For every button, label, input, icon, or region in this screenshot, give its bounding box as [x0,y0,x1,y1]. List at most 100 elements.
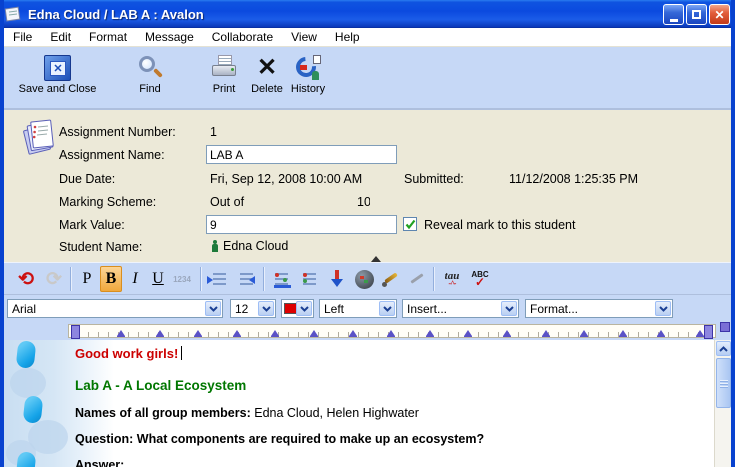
text-caret [181,346,182,360]
chevron-down-icon [379,301,395,316]
right-margin-marker[interactable] [704,325,713,339]
chevron-down-icon [501,301,517,316]
ruler-settings-icon [273,270,293,288]
menu-file[interactable]: File [4,30,41,44]
indent-decrease-button[interactable] [234,266,258,292]
group-members-value: Edna Cloud, Helen Highwater [254,406,419,420]
bold-button[interactable]: B [100,266,122,292]
menu-format[interactable]: Format [80,30,136,44]
chevron-down-icon [205,301,221,316]
ruler-row [4,322,731,340]
ruler-settings-button[interactable] [270,266,296,292]
submitted-value: 11/12/2008 1:25:35 PM [509,172,638,186]
chevron-up-icon [719,346,728,352]
group-members-line: Names of all group members: Edna Cloud, … [75,406,419,420]
student-person-icon [211,240,218,252]
print-icon [210,55,238,81]
assignment-form: Assignment Number: 1 Assignment Name: Du… [4,112,731,262]
chevron-down-icon [655,301,671,316]
window-title: Edna Cloud / LAB A : Avalon [28,7,204,22]
save-and-close-button[interactable]: ✕ Save and Close [10,55,105,95]
undo-button[interactable]: ⟲ [14,266,38,292]
menu-edit[interactable]: Edit [41,30,80,44]
assignment-name-label: Assignment Name: [59,148,165,162]
due-date-label: Due Date: [59,172,115,186]
history-icon [294,55,322,81]
spell-check-button[interactable]: ABC✓ [466,266,494,292]
insert-select[interactable]: Insert... [402,299,519,318]
pen-icon [408,270,426,288]
main-toolbar: ✕ Save and Close Find Print ✕ Delete His… [4,47,731,110]
scroll-up-button[interactable] [716,341,731,356]
font-size-select[interactable]: 12 [230,299,276,318]
assignment-name-input[interactable] [206,145,397,164]
delete-button[interactable]: ✕ Delete [246,55,288,95]
group-members-label: Names of all group members: [75,406,251,420]
menu-bar: File Edit Format Message Collaborate Vie… [4,28,731,47]
signature-button[interactable]: tau-^- [438,266,466,292]
ruler[interactable] [68,324,716,338]
minimize-button[interactable] [663,4,684,25]
plain-text-button[interactable]: P [76,266,98,292]
check-icon [405,219,416,230]
menu-view[interactable]: View [282,30,326,44]
menu-message[interactable]: Message [136,30,203,44]
menu-collaborate[interactable]: Collaborate [203,30,282,44]
document-title: Lab A - A Local Ecosystem [75,378,246,393]
scrollbar-thumb[interactable] [716,358,731,408]
answer-label: Answer: [75,458,124,467]
mark-value-input[interactable] [206,215,397,234]
format-toolbar: ⟲ ⟳ P B I U 1234 [4,262,731,295]
alignment-select[interactable]: Left [319,299,397,318]
signature-icon: tau-^- [445,272,460,287]
reveal-mark-checkbox[interactable] [403,217,417,231]
assignment-number-label: Assignment Number: [59,125,176,139]
menu-help[interactable]: Help [326,30,369,44]
submitted-label: Submitted: [404,172,464,186]
find-button[interactable]: Find [122,55,178,95]
color-picker-button[interactable] [379,266,403,292]
close-button[interactable]: ✕ [709,4,730,25]
format-painter-button[interactable] [405,266,429,292]
marking-scheme-type[interactable]: Out of [210,195,244,209]
application-window: Edna Cloud / LAB A : Avalon ✕ File Edit … [0,0,735,467]
redo-icon: ⟳ [46,268,62,291]
vertical-scrollbar[interactable] [714,340,731,467]
title-bar[interactable]: Edna Cloud / LAB A : Avalon ✕ [0,0,735,28]
student-name-label: Student Name: [59,240,142,254]
paragraph-spacing-button[interactable] [298,266,324,292]
format-select[interactable]: Format... [525,299,673,318]
due-date-value: Fri, Sep 12, 2008 10:00 AM [210,172,362,186]
history-button[interactable]: History [286,55,330,95]
stationery-bead [16,340,37,369]
student-name-value[interactable]: Edna Cloud [223,239,288,253]
print-button[interactable]: Print [202,55,246,95]
font-size-button[interactable]: 1234 [170,266,194,292]
reveal-mark-label: Reveal mark to this student [424,218,575,232]
globe-icon [355,270,374,289]
chevron-down-icon [296,301,312,316]
left-margin-marker[interactable] [71,325,80,339]
maximize-button[interactable] [686,4,707,25]
assignment-notes-icon [20,118,54,156]
underline-button[interactable]: U [147,266,169,292]
font-color-select[interactable] [281,299,314,318]
web-link-button[interactable] [352,266,376,292]
save-icon: ✕ [44,55,71,81]
redo-button[interactable]: ⟳ [42,266,66,292]
indent-increase-button[interactable] [207,266,231,292]
indent-decrease-icon [236,270,256,288]
undo-icon: ⟲ [18,268,34,291]
window-note-icon [4,6,22,22]
document-editor[interactable]: Good work girls! Lab A - A Local Ecosyst… [4,340,731,467]
italic-button[interactable]: I [124,266,146,292]
find-icon [137,55,163,81]
marking-scheme-label: Marking Scheme: [59,195,156,209]
chevron-down-icon [258,301,274,316]
insert-below-button[interactable] [326,266,348,292]
insert-down-arrow-icon [331,269,343,289]
ruler-corner-icon [720,322,730,332]
eyedropper-icon [382,270,400,288]
stationery-bead [23,395,44,424]
font-family-select[interactable]: Arial [7,299,223,318]
